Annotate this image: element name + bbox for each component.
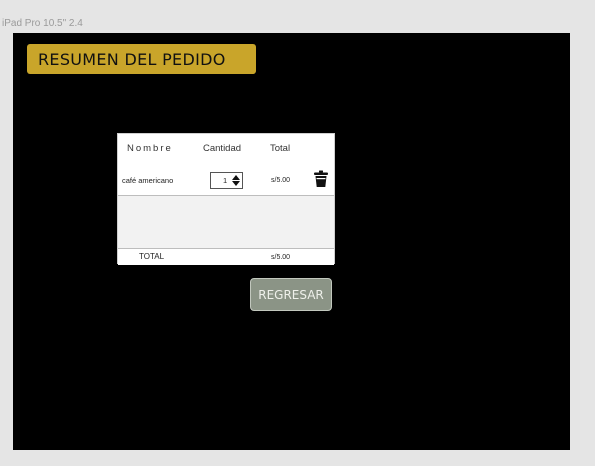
quantity-value: 1 [223, 176, 228, 185]
decrement-arrow-icon[interactable] [232, 181, 240, 186]
table-row: café americano 1 s/5.00 [118, 163, 334, 196]
order-summary-table: Nombre Cantidad Total café americano 1 s… [117, 133, 335, 265]
column-header-nombre: Nombre [127, 143, 173, 154]
table-footer: TOTAL s/5.00 [118, 248, 334, 265]
column-header-cantidad: Cantidad [203, 143, 242, 154]
increment-arrow-icon[interactable] [232, 175, 240, 180]
grand-total: s/5.00 [271, 254, 291, 261]
back-button[interactable]: REGRESAR [250, 278, 332, 311]
app-canvas: RESUMEN DEL PEDIDO Nombre Cantidad Total… [13, 33, 570, 450]
item-total: s/5.00 [271, 177, 291, 184]
quantity-stepper[interactable]: 1 [210, 172, 243, 189]
item-name: café americano [122, 176, 174, 185]
trash-icon[interactable] [313, 170, 329, 188]
page-title: RESUMEN DEL PEDIDO [27, 44, 256, 74]
column-header-total: Total [270, 143, 291, 154]
device-frame-label: iPad Pro 10.5" 2.4 [2, 18, 83, 29]
up-down-arrows-icon[interactable] [232, 174, 240, 187]
total-label: TOTAL [139, 252, 165, 261]
table-header: Nombre Cantidad Total [118, 134, 334, 164]
